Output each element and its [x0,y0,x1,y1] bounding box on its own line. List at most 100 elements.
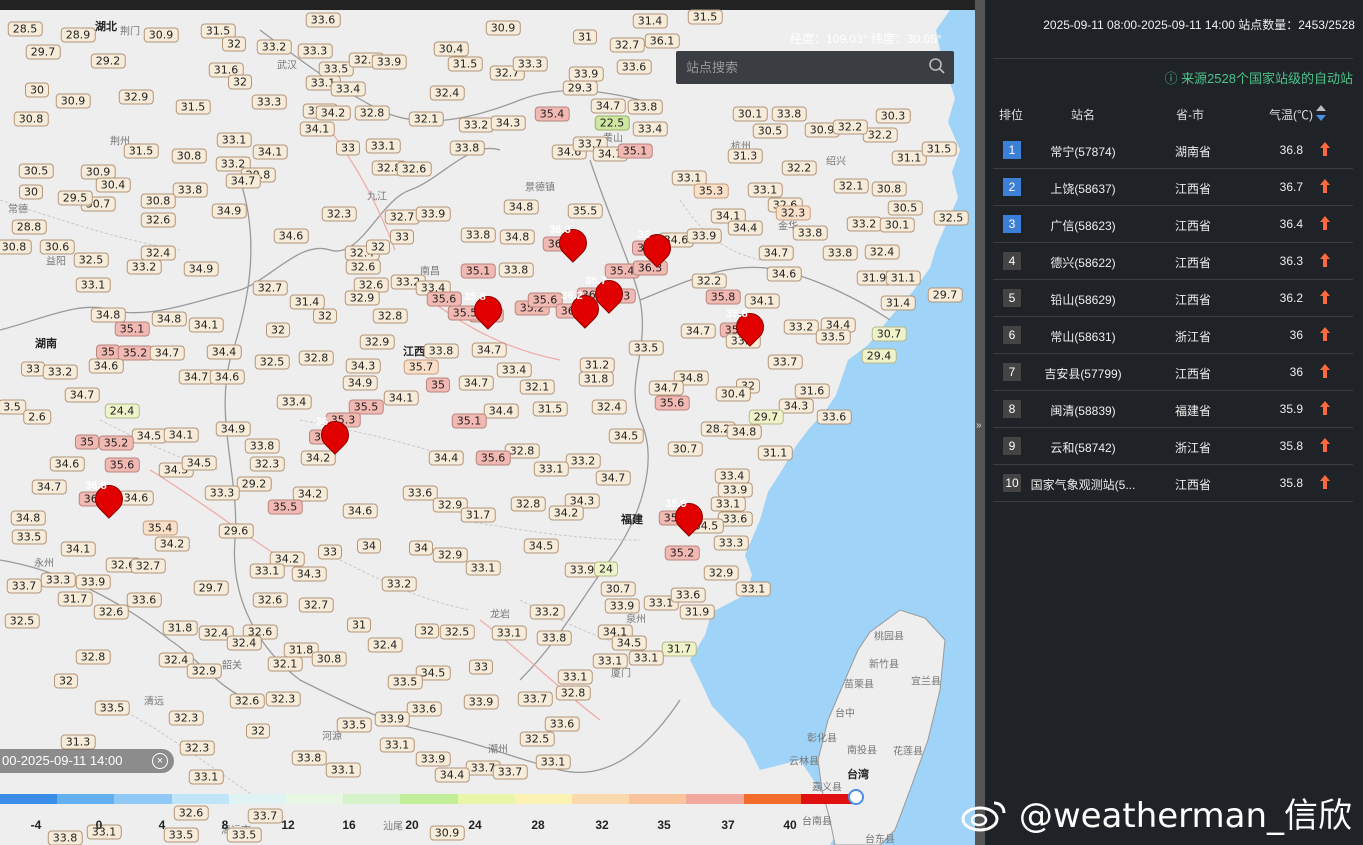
station-temp-label[interactable]: 32.5 [254,354,290,370]
station-temp-label[interactable]: 33.1 [747,182,783,198]
table-row[interactable]: 5 铅山(58629) 江西省 36.2 [993,279,1353,317]
station-temp-label[interactable]: 34.8 [151,311,187,327]
station-temp-label[interactable]: 30.4 [95,177,131,193]
station-temp-label[interactable]: 35.5 [567,203,603,219]
station-temp-label[interactable]: 33 [318,544,342,560]
station-temp-label[interactable]: 33 [469,659,493,675]
station-temp-label[interactable]: 33.3 [204,485,240,501]
station-temp-label[interactable]: 33.9 [415,206,451,222]
station-temp-label[interactable]: 31.4 [632,13,668,29]
station-temp-label[interactable]: 33.6 [305,12,341,28]
station-temp-label[interactable]: 31.6 [794,383,830,399]
station-temp-label[interactable]: 35.1 [460,263,496,279]
station-temp-label[interactable]: 32.3 [168,710,204,726]
station-temp-label[interactable]: 32.5 [4,613,40,629]
station-temp-label[interactable]: 35.4 [142,520,178,536]
station-temp-label[interactable]: 31.8 [578,371,614,387]
station-temp-label[interactable]: 32.7 [384,209,420,225]
station-temp-label[interactable]: 32.9 [432,547,468,563]
station-temp-label[interactable]: 34.8 [503,199,539,215]
station-temp-label[interactable]: 35.3 [693,183,729,199]
station-temp-label[interactable]: 34.7 [680,323,716,339]
station-temp-label[interactable]: 33 [390,229,414,245]
station-temp-label[interactable]: 35.2 [98,435,134,451]
station-temp-label[interactable]: 33.9 [374,711,410,727]
station-temp-label[interactable]: 34.5 [523,538,559,554]
station-temp-label[interactable]: 32 [266,322,290,338]
station-temp-label[interactable]: 32.7 [609,37,645,53]
station-temp-label[interactable]: 29.2 [236,476,272,492]
station-temp-label[interactable]: 30.8 [13,111,49,127]
station-temp-label[interactable]: 33.8 [47,830,83,845]
station-temp-label[interactable]: 33.5 [815,329,851,345]
station-temp-label[interactable]: 32.6 [252,592,288,608]
station-temp-label[interactable]: 32.7 [252,280,288,296]
station-temp-label[interactable]: 35.1 [617,143,653,159]
station-temp-label[interactable]: 33.8 [498,262,534,278]
station-temp-label[interactable]: 33.9 [604,598,640,614]
station-temp-label[interactable]: 33.2 [458,117,494,133]
station-temp-label[interactable]: 32.7 [130,558,166,574]
station-temp-label[interactable]: 22.5 [594,115,630,131]
station-temp-label[interactable]: 33.7 [517,691,553,707]
station-temp-label[interactable]: 32 [366,239,390,255]
station-temp-label[interactable]: 30 [25,82,49,98]
station-temp-label[interactable]: 33.2 [42,364,78,380]
station-temp-label[interactable]: 33.1 [325,762,361,778]
station-temp-label[interactable]: 31.4 [289,294,325,310]
station-temp-label[interactable]: 34.2 [154,536,190,552]
station-temp-label[interactable]: 34.7 [31,479,67,495]
station-temp-label[interactable]: 33.3 [40,572,76,588]
close-icon[interactable]: × [152,753,168,769]
station-temp-label[interactable]: 34.7 [590,98,626,114]
sort-icon[interactable] [1315,104,1327,125]
station-temp-label[interactable]: 33 [336,140,360,156]
table-row[interactable]: 2 上饶(58637) 江西省 36.7 [993,168,1353,206]
station-temp-label[interactable]: 32.4 [864,244,900,260]
station-temp-label[interactable]: 34.2 [548,505,584,521]
table-row[interactable]: 9 云和(58742) 浙江省 35.8 [993,427,1353,465]
station-temp-label[interactable]: 3.5 [0,399,26,415]
station-temp-label[interactable]: 32.5 [73,252,109,268]
station-temp-label[interactable]: 32.2 [691,273,727,289]
station-temp-label[interactable]: 32.8 [298,350,334,366]
station-temp-label[interactable]: 33.1 [379,737,415,753]
station-temp-label[interactable]: 33.8 [822,245,858,261]
station-temp-label[interactable]: 29.7 [927,287,963,303]
station-temp-label[interactable]: 32.9 [344,290,380,306]
station-temp-label[interactable]: 32 [228,74,252,90]
station-temp-label[interactable]: 33.6 [816,409,852,425]
station-temp-label[interactable]: 33.2 [783,319,819,335]
station-temp-label[interactable]: 34.4 [206,344,242,360]
station-temp-label[interactable]: 30.6 [39,239,75,255]
station-temp-label[interactable]: 34.3 [345,358,381,374]
station-temp-label[interactable]: 32.5 [439,624,475,640]
station-temp-label[interactable]: 29.4 [861,348,897,364]
station-temp-label[interactable]: 33.1 [735,581,771,597]
station-temp-label[interactable]: 29.6 [218,523,254,539]
station-temp-label[interactable]: 33.1 [557,669,593,685]
table-row[interactable]: 3 广信(58623) 江西省 36.4 [993,205,1353,243]
station-temp-label[interactable]: 33.5 [226,827,262,843]
station-temp-label[interactable]: 34.5 [608,428,644,444]
station-temp-label[interactable]: 33.2 [529,604,565,620]
station-temp-label[interactable]: 35.7 [403,359,439,375]
station-temp-label[interactable]: 30.8 [311,651,347,667]
station-temp-label[interactable]: 33.3 [713,535,749,551]
station-temp-label[interactable]: 30.9 [429,825,465,841]
station-temp-label[interactable]: 30.8 [0,239,32,255]
station-temp-label[interactable]: 33.2 [256,39,292,55]
station-temp-label[interactable]: 34.6 [118,490,154,506]
station-temp-label[interactable]: 35 [75,434,99,450]
station-temp-label[interactable]: 30.1 [732,106,768,122]
station-temp-label[interactable]: 34.6 [49,456,85,472]
station-temp-label[interactable]: 30.5 [18,163,54,179]
station-temp-label[interactable]: 32.4 [591,399,627,415]
station-temp-label[interactable]: 33.1 [628,650,664,666]
station-temp-label[interactable]: 33.9 [75,574,111,590]
station-temp-label[interactable]: 32.3 [249,456,285,472]
station-temp-label[interactable]: 33.5 [163,827,199,843]
station-temp-label[interactable]: 30.4 [715,386,751,402]
station-temp-label[interactable]: 33.9 [371,54,407,70]
station-temp-label[interactable]: 30.8 [171,148,207,164]
